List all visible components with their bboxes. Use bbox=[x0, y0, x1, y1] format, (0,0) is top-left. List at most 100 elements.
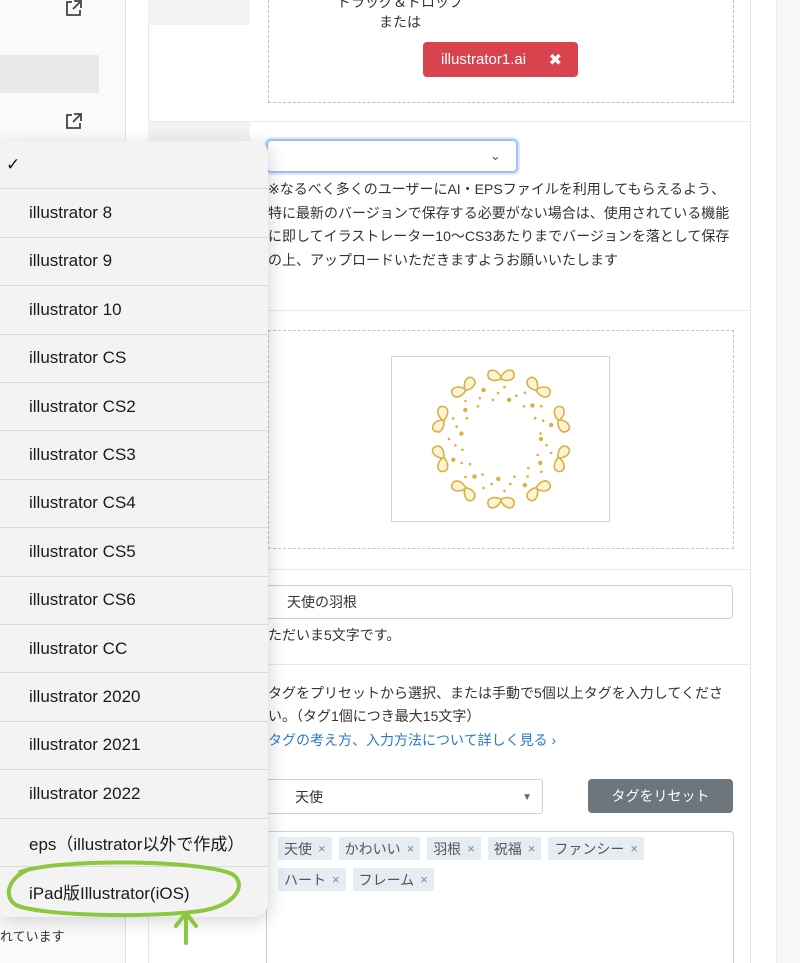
wreath-dot bbox=[496, 391, 500, 395]
remove-file-icon[interactable]: ✖ bbox=[549, 50, 562, 70]
wing-shape bbox=[431, 445, 449, 473]
wreath-dot bbox=[539, 432, 542, 435]
page-gutter bbox=[776, 0, 800, 963]
illustrator-version-select[interactable]: ⌄ bbox=[266, 139, 518, 173]
tag-chip-list: 天使 × かわいい × 羽根 × 祝福 × ファンシー × ハート × フレーム × bbox=[278, 837, 718, 891]
version-dropdown-menu: ✓ illustrator 8 illustrator 9 illustrator 1… bbox=[0, 141, 268, 917]
version-note: ※なるべく多くのユーザーにAI・EPSファイルを利用してもらえるよう、特に最新の… bbox=[268, 181, 730, 268]
remove-tag-icon[interactable]: × bbox=[630, 841, 638, 856]
wreath-dot bbox=[540, 404, 543, 408]
wing-shape bbox=[450, 480, 476, 502]
wreath-dot bbox=[461, 448, 464, 452]
wreath-dot bbox=[452, 417, 455, 420]
wreath-dot bbox=[459, 431, 464, 436]
wreath-dot bbox=[523, 391, 527, 395]
menu-item-version[interactable]: illustrator 2022 bbox=[0, 770, 268, 819]
wing-shape bbox=[487, 369, 515, 382]
tag-chip: 祝福 × bbox=[487, 837, 542, 860]
menu-item-version[interactable]: illustrator CS6 bbox=[0, 577, 268, 625]
menu-item-version[interactable]: illustrator 10 bbox=[0, 286, 268, 335]
remove-tag-icon[interactable]: × bbox=[332, 872, 340, 887]
wreath-dot bbox=[447, 437, 451, 441]
wing-shape bbox=[553, 405, 571, 433]
wreath-dot bbox=[545, 444, 548, 447]
tag-preset-select[interactable]: 天使 ▼ bbox=[266, 779, 543, 814]
sidebar-footer-text: れています bbox=[0, 929, 65, 944]
wreath-dot bbox=[538, 460, 543, 466]
tag-chip: 羽根 × bbox=[427, 837, 481, 860]
wreath-dot bbox=[482, 486, 485, 490]
wreath-dot bbox=[464, 475, 467, 479]
wreath-dot bbox=[503, 489, 506, 493]
tag-chip-label: フレーム bbox=[358, 871, 415, 888]
tag-chip-label: 祝福 bbox=[493, 840, 522, 857]
tag-chip-label: 天使 bbox=[284, 840, 312, 857]
menu-item-version[interactable]: illustrator 9 bbox=[0, 238, 268, 287]
remove-tag-icon[interactable]: × bbox=[407, 841, 415, 856]
wreath-dot bbox=[522, 483, 528, 488]
tag-chip-label: 羽根 bbox=[433, 840, 462, 857]
wreath-dot bbox=[533, 416, 537, 420]
tag-preset-value: 天使 bbox=[295, 788, 323, 805]
wreath-dot bbox=[491, 398, 495, 402]
remove-tag-icon[interactable]: × bbox=[528, 841, 536, 856]
remove-tag-icon[interactable]: × bbox=[318, 841, 326, 856]
angel-wing-wreath-image bbox=[431, 369, 571, 509]
tag-chip: かわいい × bbox=[338, 837, 421, 860]
wreath-dot bbox=[530, 403, 535, 408]
wreath-dot bbox=[549, 451, 553, 455]
wreath-dot bbox=[464, 399, 467, 403]
drop-zone-or: または bbox=[379, 14, 421, 30]
image-thumbnail bbox=[391, 356, 610, 522]
remove-tag-icon[interactable]: × bbox=[467, 841, 475, 856]
wreath-dot bbox=[465, 416, 469, 420]
wreath-dot bbox=[513, 475, 516, 478]
wreath-dot bbox=[515, 394, 518, 397]
wreath-dot bbox=[481, 387, 486, 393]
caret-down-icon: ▼ bbox=[522, 792, 532, 803]
wreath-dot bbox=[490, 482, 493, 486]
menu-item-version[interactable]: illustrator 2020 bbox=[0, 673, 268, 722]
tag-chip: フレーム × bbox=[352, 868, 434, 891]
wreath-dot bbox=[509, 482, 512, 486]
sidebar-active-item[interactable] bbox=[0, 55, 99, 93]
tag-chip: ファンシー × bbox=[548, 837, 644, 860]
wreath-dot bbox=[538, 436, 544, 442]
tag-chip: ハート × bbox=[278, 868, 346, 891]
wreath-dot bbox=[468, 462, 472, 466]
remove-tag-icon[interactable]: × bbox=[420, 872, 428, 887]
wreath-dot bbox=[476, 405, 480, 408]
wreath-dot bbox=[536, 453, 539, 457]
title-input[interactable]: 天使の羽根 bbox=[266, 585, 733, 619]
wreath-dot bbox=[526, 475, 529, 478]
tag-help-text: タグをプリセットから選択、または手動で5個以上タグを入力してください。（タグ1個… bbox=[268, 685, 723, 724]
wreath-dot bbox=[460, 461, 463, 465]
divider bbox=[148, 121, 751, 122]
wing-shape bbox=[526, 480, 552, 502]
menu-item-selected-blank[interactable]: ✓ bbox=[0, 141, 268, 190]
menu-item-version[interactable]: illustrator CS bbox=[0, 335, 268, 383]
wing-shape bbox=[526, 376, 552, 398]
menu-item-version[interactable]: illustrator 2021 bbox=[0, 722, 268, 771]
menu-item-version[interactable]: iPad版Illustrator(iOS) bbox=[0, 867, 268, 915]
menu-item-version[interactable]: illustrator 8 bbox=[0, 189, 268, 238]
attached-file-badge: illustrator1.ai ✖ bbox=[423, 42, 578, 77]
menu-item-version[interactable]: eps（illustrator以外で作成） bbox=[0, 819, 268, 867]
wreath-dot bbox=[451, 457, 456, 462]
menu-item-version[interactable]: illustrator CC bbox=[0, 625, 268, 674]
wreath-dot bbox=[503, 385, 506, 389]
wreath-dot bbox=[472, 474, 477, 479]
tag-chip: 天使 × bbox=[278, 837, 332, 860]
reset-tags-button[interactable]: タグをリセット bbox=[588, 779, 733, 813]
menu-item-version[interactable]: illustrator CS4 bbox=[0, 480, 268, 529]
wreath-dot bbox=[527, 466, 530, 470]
wreath-dot bbox=[522, 405, 526, 408]
external-link-icon[interactable] bbox=[64, 113, 82, 131]
wreath-dot bbox=[481, 473, 484, 476]
menu-item-version[interactable]: illustrator CS3 bbox=[0, 431, 268, 480]
drop-zone-hint: ドラッグ＆ドロップ bbox=[337, 0, 463, 10]
menu-item-version[interactable]: illustrator CS5 bbox=[0, 528, 268, 577]
wing-shape bbox=[450, 376, 476, 398]
tag-guide-link[interactable]: タグの考え方、入力方法について詳しく見る › bbox=[268, 730, 556, 750]
menu-item-version[interactable]: illustrator CS2 bbox=[0, 383, 268, 432]
